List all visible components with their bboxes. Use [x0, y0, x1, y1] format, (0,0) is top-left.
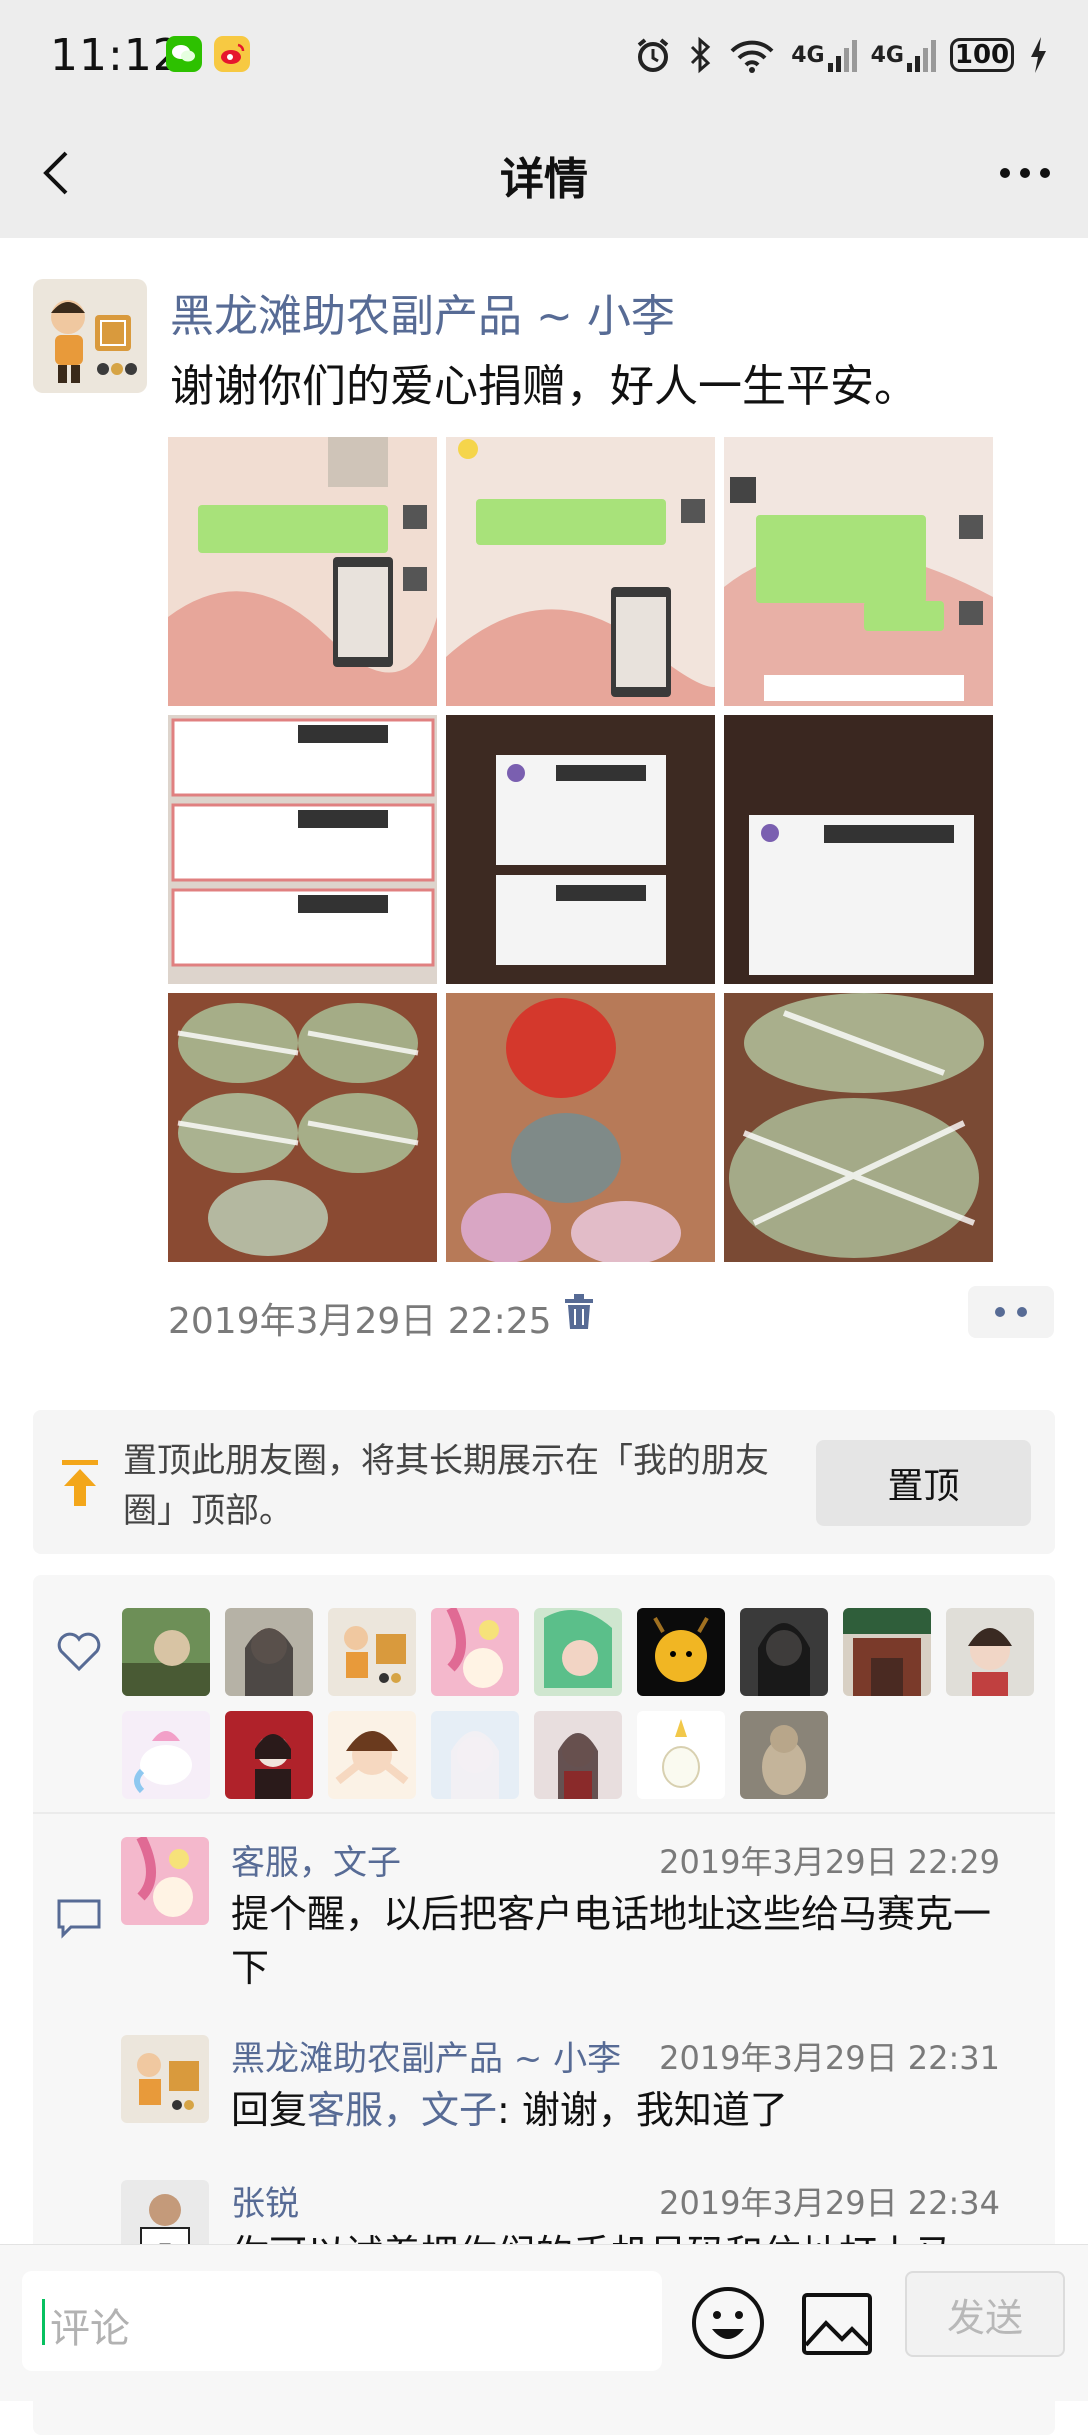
- comment-icon: [57, 1899, 101, 1939]
- reply-prefix: 回复: [231, 2088, 308, 2132]
- status-bar: 11:12 4G 4G 100: [0, 0, 1088, 115]
- pin-button[interactable]: 置顶: [816, 1440, 1031, 1526]
- liker-avatar[interactable]: [225, 1608, 313, 1696]
- comment-time: 2019年3月29日 22:31: [659, 2039, 1000, 2077]
- reply-target[interactable]: 客服，文子: [307, 2088, 497, 2132]
- pin-top-icon: [62, 1460, 98, 1506]
- liker-avatar[interactable]: [843, 1608, 931, 1696]
- page-title: 详情: [500, 154, 588, 205]
- wechat-icon: [166, 36, 202, 72]
- comment-time: 2019年3月29日 22:29: [659, 1843, 1000, 1881]
- post-timestamp: 2019年3月29日 22:25: [168, 1301, 552, 1342]
- liker-avatar[interactable]: [740, 1608, 828, 1696]
- comment-author[interactable]: 黑龙滩助农副产品 ~ 小李: [231, 2031, 621, 2080]
- status-time: 11:12: [50, 30, 182, 81]
- commenter-avatar[interactable]: [121, 1837, 209, 1925]
- liker-avatar[interactable]: [122, 1711, 210, 1799]
- charging-icon: [1031, 37, 1046, 73]
- liker-avatar[interactable]: [122, 1608, 210, 1696]
- status-icons: 4G 4G 100: [633, 30, 1048, 80]
- liker-avatar[interactable]: [328, 1711, 416, 1799]
- post-actions-button[interactable]: [968, 1286, 1054, 1338]
- comment-text[interactable]: 提个醒，以后把客户电话地址这些给马赛克一下: [231, 1887, 1021, 1995]
- photo-bags-on-floor[interactable]: [446, 993, 715, 1262]
- photo-shipping-labels[interactable]: [168, 715, 437, 984]
- photo-wrapped-packages[interactable]: [168, 993, 437, 1262]
- photo-wrapped-package-large[interactable]: [724, 993, 993, 1262]
- photo-grid: [168, 437, 993, 1262]
- liker-avatar[interactable]: [431, 1711, 519, 1799]
- photo-chat-screenshot-2[interactable]: [446, 437, 715, 706]
- liker-avatar[interactable]: [637, 1711, 725, 1799]
- post-text: 谢谢你们的爱心捐赠，好人一生平安。: [170, 361, 918, 412]
- comment-input[interactable]: 评论: [22, 2271, 662, 2371]
- comment-time: 2019年3月29日 22:34: [659, 2184, 1000, 2222]
- heart-icon: [57, 1632, 101, 1672]
- comment-author[interactable]: 客服，文子: [231, 1835, 401, 1884]
- liker-avatar[interactable]: [534, 1608, 622, 1696]
- alarm-icon: [637, 38, 669, 72]
- liker-avatar[interactable]: [946, 1608, 1034, 1696]
- liker-avatar[interactable]: [637, 1608, 725, 1696]
- comment-text[interactable]: 回复客服，文子: 谢谢，我知道了: [231, 2083, 1021, 2137]
- liker-avatar[interactable]: [431, 1608, 519, 1696]
- pin-description: 置顶此朋友圈，将其长期展示在「我的朋友圈」顶部。: [123, 1441, 769, 1531]
- pin-to-top-card: 置顶此朋友圈，将其长期展示在「我的朋友圈」顶部。 置顶: [33, 1410, 1055, 1554]
- liker-avatar[interactable]: [534, 1711, 622, 1799]
- comment-input-bar: 评论 发送: [0, 2244, 1088, 2401]
- wifi-icon: [730, 40, 774, 73]
- battery-indicator: 100: [950, 38, 1014, 72]
- photo-shipping-label-package[interactable]: [446, 715, 715, 984]
- bluetooth-icon: [691, 36, 711, 74]
- photo-chat-screenshot-1[interactable]: [168, 437, 437, 706]
- signal-icon-2: 4G: [871, 37, 936, 73]
- send-button[interactable]: 发送: [905, 2271, 1065, 2357]
- photo-shipping-label-closeup[interactable]: [724, 715, 993, 984]
- post-author-name[interactable]: 黑龙滩助农副产品 ~ 小李: [170, 280, 675, 344]
- emoji-icon[interactable]: [690, 2285, 766, 2361]
- liker-avatar[interactable]: [328, 1608, 416, 1696]
- reply-body: : 谢谢，我知道了: [497, 2088, 788, 2132]
- comment-author[interactable]: 张锐: [231, 2176, 299, 2225]
- image-icon[interactable]: [800, 2289, 874, 2359]
- commenter-avatar[interactable]: [121, 2035, 209, 2123]
- likes-divider: [33, 1812, 1055, 1814]
- liker-avatar[interactable]: [740, 1711, 828, 1799]
- liker-avatar[interactable]: [225, 1711, 313, 1799]
- trash-icon[interactable]: [562, 1293, 596, 1331]
- weibo-icon: [214, 36, 250, 72]
- comment-placeholder: 评论: [50, 2306, 130, 2352]
- nav-bar: 详情: [0, 115, 1088, 238]
- signal-icon: 4G: [791, 37, 857, 73]
- author-avatar[interactable]: [33, 279, 147, 393]
- text-caret: [42, 2299, 45, 2345]
- photo-chat-screenshot-3[interactable]: [724, 437, 993, 706]
- more-icon[interactable]: [990, 143, 1060, 203]
